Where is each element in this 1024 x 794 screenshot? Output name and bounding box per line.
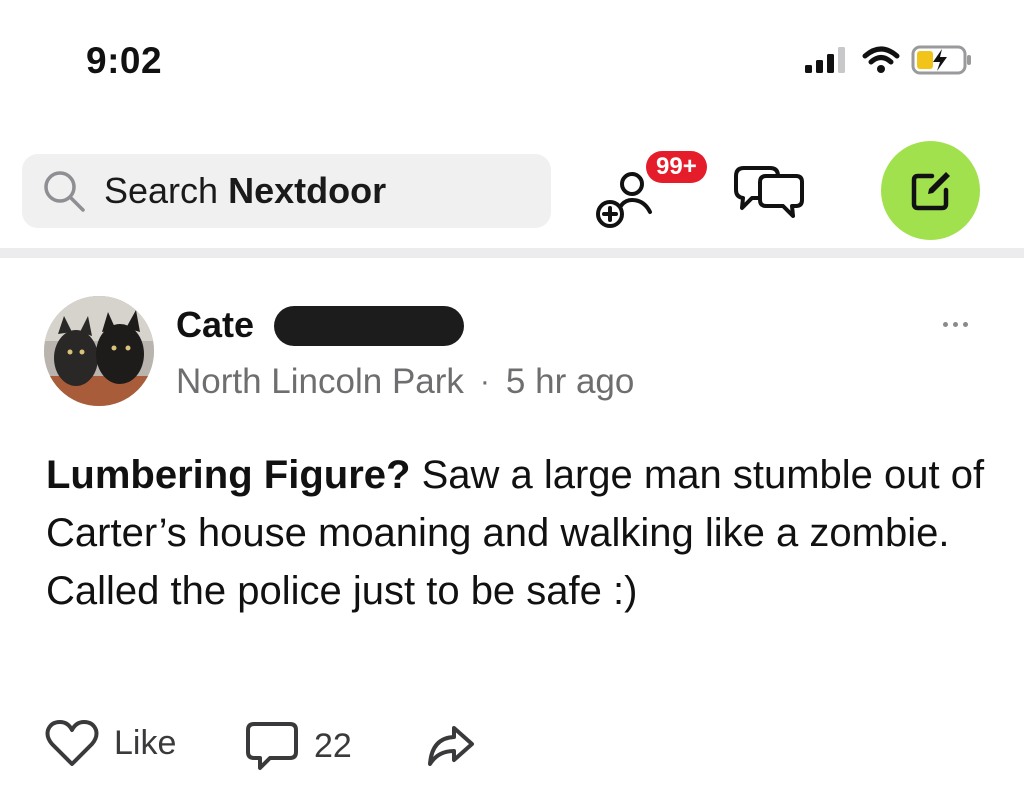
battery-charging-icon <box>911 45 971 75</box>
search-bar[interactable]: Search Nextdoor <box>22 154 551 228</box>
feed-divider <box>0 248 1024 258</box>
post-content: Lumbering Figure? Saw a large man stumbl… <box>46 446 996 620</box>
search-placeholder-prefix: Search <box>104 170 229 211</box>
like-button[interactable]: Like <box>44 718 176 768</box>
search-placeholder: Search Nextdoor <box>104 170 386 212</box>
compose-icon <box>911 171 950 210</box>
comment-icon <box>246 722 298 770</box>
more-dot <box>952 321 958 327</box>
post-actions: Like 22 <box>44 718 544 778</box>
compose-post-button[interactable] <box>881 141 980 240</box>
more-dot <box>942 321 948 327</box>
messages-button[interactable] <box>730 160 810 226</box>
chat-icon <box>734 166 804 218</box>
more-options-button[interactable] <box>930 304 980 344</box>
status-bar: 9:02 <box>0 0 1024 110</box>
author-name[interactable]: Cate <box>176 304 254 346</box>
author-avatar[interactable] <box>44 296 154 406</box>
status-time: 9:02 <box>86 40 163 81</box>
like-label: Like <box>114 723 177 762</box>
share-button[interactable] <box>424 722 476 768</box>
heart-icon <box>45 720 99 766</box>
redacted-last-name <box>274 306 464 346</box>
search-placeholder-brand: Nextdoor <box>228 170 387 211</box>
comment-button[interactable]: 22 <box>244 718 352 774</box>
post-title: Lumbering Figure? <box>46 453 411 497</box>
share-icon <box>428 726 474 766</box>
cellular-signal-icon <box>805 47 845 73</box>
neighborhood-link[interactable]: North Lincoln Park <box>176 362 464 402</box>
meta-separator: · <box>479 365 490 398</box>
post-timestamp: 5 hr ago <box>505 362 635 401</box>
post-card[interactable]: Cate North Lincoln Park · 5 hr ago Lumbe… <box>0 258 1024 794</box>
post-meta: North Lincoln Park · 5 hr ago <box>176 362 634 402</box>
status-icons <box>805 44 973 76</box>
top-header: Search Nextdoor 99+ <box>0 138 1024 246</box>
wifi-icon <box>862 46 900 73</box>
notification-badge: 99+ <box>646 151 707 183</box>
search-icon <box>38 165 90 217</box>
more-dot <box>962 321 968 327</box>
comment-count: 22 <box>314 726 352 765</box>
